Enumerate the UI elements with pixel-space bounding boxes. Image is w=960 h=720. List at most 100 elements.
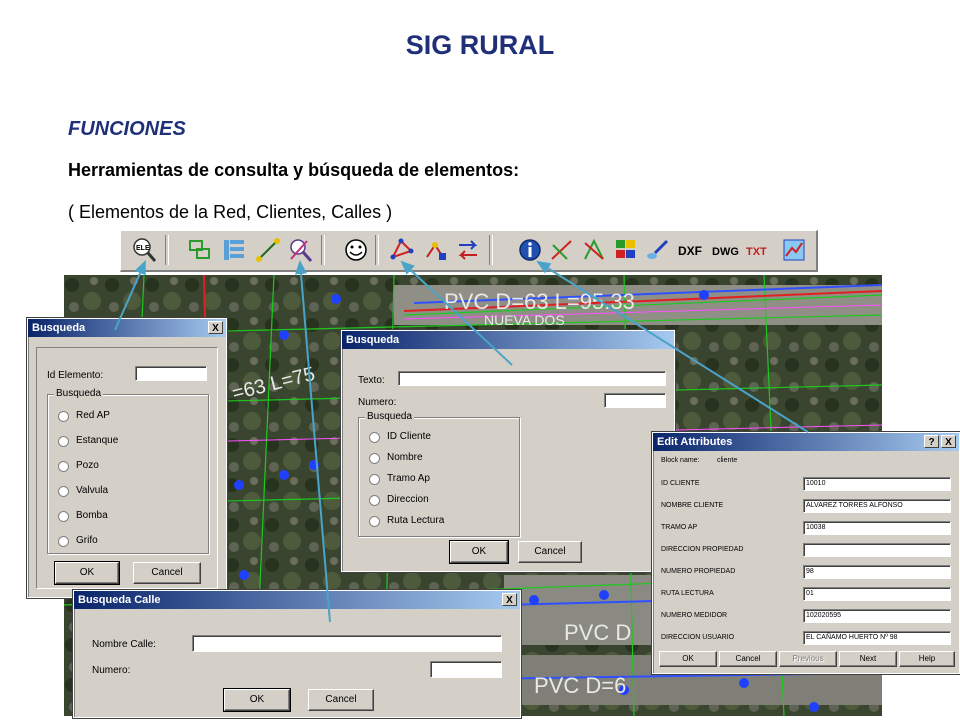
- close-icon[interactable]: X: [941, 435, 956, 448]
- query-toolbar: ELE DXF DWG TXT: [120, 230, 818, 272]
- attribute-value-input[interactable]: ALVAREZ TORRES ALFONSO: [803, 499, 951, 513]
- attribute-value-input[interactable]: EL CAÑAMO HUERTO Nº 98: [803, 631, 951, 645]
- layers-icon[interactable]: [613, 237, 639, 263]
- street-name-input[interactable]: [192, 635, 502, 652]
- map-label-pipe-4: PVC D=6: [534, 673, 626, 698]
- texto-input[interactable]: [398, 371, 666, 386]
- ok-button[interactable]: OK: [449, 540, 509, 564]
- draw-line-icon[interactable]: [549, 237, 575, 263]
- help-button[interactable]: Help: [899, 651, 955, 667]
- brush-icon[interactable]: [645, 237, 671, 263]
- search-element-icon[interactable]: ELE: [131, 237, 157, 263]
- cancel-button[interactable]: Cancel: [719, 651, 777, 667]
- radio-tramo-ap[interactable]: [369, 474, 380, 485]
- attribute-value-input[interactable]: 10010: [803, 477, 951, 491]
- dialog-title: Edit Attributes: [657, 436, 733, 448]
- radio-red-ap[interactable]: [58, 411, 69, 422]
- search-client-icon[interactable]: [389, 237, 415, 263]
- dxf-export-icon[interactable]: DXF: [677, 237, 707, 263]
- map-label-pipe-1: PVC D=63 L=95.33: [444, 289, 635, 314]
- radio-label: Red AP: [76, 410, 110, 421]
- ok-button[interactable]: OK: [54, 561, 120, 585]
- attribute-label: NUMERO PROPIEDAD: [661, 568, 736, 575]
- search-client-dialog: Busqueda Texto: Numero: Busqueda ID Clie…: [340, 329, 676, 573]
- search-type-group: Busqueda Red AP Estanque Pozo Valvula Bo…: [47, 388, 209, 554]
- map-label-street: NUEVA DOS: [484, 312, 565, 328]
- radio-pozo[interactable]: [58, 461, 69, 472]
- attribute-label: DIRECCION PROPIEDAD: [661, 546, 744, 553]
- dialog-titlebar: Busqueda X: [28, 319, 226, 337]
- previous-button[interactable]: Previous: [779, 651, 837, 667]
- numero-input[interactable]: [604, 393, 666, 408]
- attribute-value-input[interactable]: 98: [803, 565, 951, 579]
- texto-label: Texto:: [358, 375, 385, 386]
- attribute-label: DIRECCION USUARIO: [661, 634, 735, 641]
- radio-bomba[interactable]: [58, 511, 69, 522]
- cancel-button[interactable]: Cancel: [308, 689, 374, 711]
- cancel-button[interactable]: Cancel: [133, 562, 201, 584]
- txt-export-icon[interactable]: TXT: [745, 237, 775, 263]
- section-title: FUNCIONES: [68, 118, 186, 140]
- search-street-icon[interactable]: [287, 237, 313, 263]
- txt-label: TXT: [746, 246, 767, 258]
- dwg-export-icon[interactable]: DWG: [711, 237, 741, 263]
- radio-label: Tramo Ap: [387, 473, 430, 484]
- attribute-label: TRAMO AP: [661, 524, 698, 531]
- dialog-titlebar: Busqueda Calle X: [74, 591, 520, 609]
- radio-nombre[interactable]: [369, 453, 380, 464]
- chart-image-icon[interactable]: [781, 237, 807, 263]
- dialog-title: Busqueda: [32, 322, 86, 334]
- attribute-label: NOMBRE CLIENTE: [661, 502, 724, 509]
- select-blocks-icon[interactable]: [187, 237, 213, 263]
- cross-lines-icon[interactable]: [581, 237, 607, 263]
- ok-button[interactable]: OK: [659, 651, 717, 667]
- attribute-label: NUMERO MEDIDOR: [661, 612, 728, 619]
- street-number-input[interactable]: [430, 661, 502, 678]
- attribute-value-input[interactable]: 10038: [803, 521, 951, 535]
- group-title: Busqueda: [365, 411, 415, 422]
- id-element-label: Id Elemento:: [47, 370, 104, 381]
- radio-ruta-lectura[interactable]: [369, 516, 380, 527]
- dxf-label: DXF: [678, 244, 702, 258]
- slide-title: SIG RURAL: [405, 30, 555, 60]
- dialog-title: Busqueda Calle: [78, 594, 161, 606]
- cancel-button[interactable]: Cancel: [518, 541, 582, 563]
- attribute-value-input[interactable]: 01: [803, 587, 951, 601]
- radio-label: Ruta Lectura: [387, 515, 445, 526]
- radio-id-cliente[interactable]: [369, 432, 380, 443]
- layout-icon[interactable]: [221, 237, 247, 263]
- attribute-value-input[interactable]: 102020595: [803, 609, 951, 623]
- radio-direccion[interactable]: [369, 495, 380, 506]
- smiley-icon[interactable]: [343, 237, 369, 263]
- network-trace-icon[interactable]: [423, 237, 449, 263]
- block-name-label: Block name:: [661, 457, 700, 464]
- radio-estanque[interactable]: [58, 436, 69, 447]
- polyline-icon[interactable]: [255, 237, 281, 263]
- dialog-panel: Id Elemento: Busqueda Red AP Estanque Po…: [36, 347, 218, 589]
- ele-icon-label: ELE: [136, 245, 150, 252]
- dialog-title: Busqueda: [346, 334, 400, 346]
- ok-button[interactable]: OK: [223, 688, 291, 712]
- section-subheading: ( Elementos de la Red, Clientes, Calles …: [68, 202, 393, 222]
- block-name-value: cliente: [717, 457, 738, 464]
- search-street-dialog: Busqueda Calle X Nombre Calle: Numero: O…: [72, 589, 522, 719]
- close-icon[interactable]: X: [208, 321, 223, 334]
- radio-label: Direccion: [387, 494, 429, 505]
- swap-arrows-icon[interactable]: [455, 237, 481, 263]
- edit-attributes-icon[interactable]: [517, 237, 543, 263]
- street-number-label: Numero:: [92, 665, 131, 676]
- attribute-value-input[interactable]: [803, 543, 951, 557]
- attribute-label: RUTA LECTURA: [661, 590, 714, 597]
- radio-valvula[interactable]: [58, 486, 69, 497]
- attribute-label: ID CLIENTE: [661, 480, 700, 487]
- id-element-input[interactable]: [135, 366, 207, 381]
- close-icon[interactable]: X: [502, 593, 517, 606]
- dwg-label: DWG: [712, 246, 739, 258]
- radio-label: ID Cliente: [387, 431, 431, 442]
- help-icon[interactable]: ?: [924, 435, 939, 448]
- dialog-titlebar: Busqueda: [342, 331, 674, 349]
- radio-grifo[interactable]: [58, 536, 69, 547]
- radio-label: Valvula: [76, 485, 109, 496]
- next-button[interactable]: Next: [839, 651, 897, 667]
- radio-label: Estanque: [76, 435, 119, 446]
